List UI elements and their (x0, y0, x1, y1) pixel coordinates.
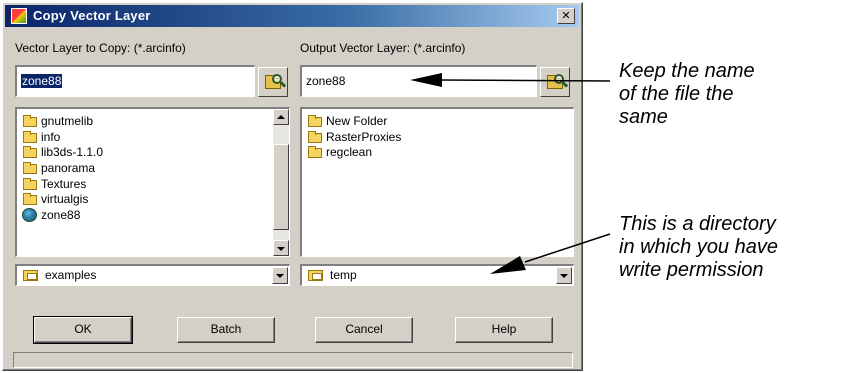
name-arrowhead (410, 73, 442, 87)
dir-arrowhead (490, 256, 526, 274)
dir-arrow-line (524, 233, 611, 263)
name-arrow-line (439, 79, 611, 82)
callout-arrows (410, 73, 611, 274)
